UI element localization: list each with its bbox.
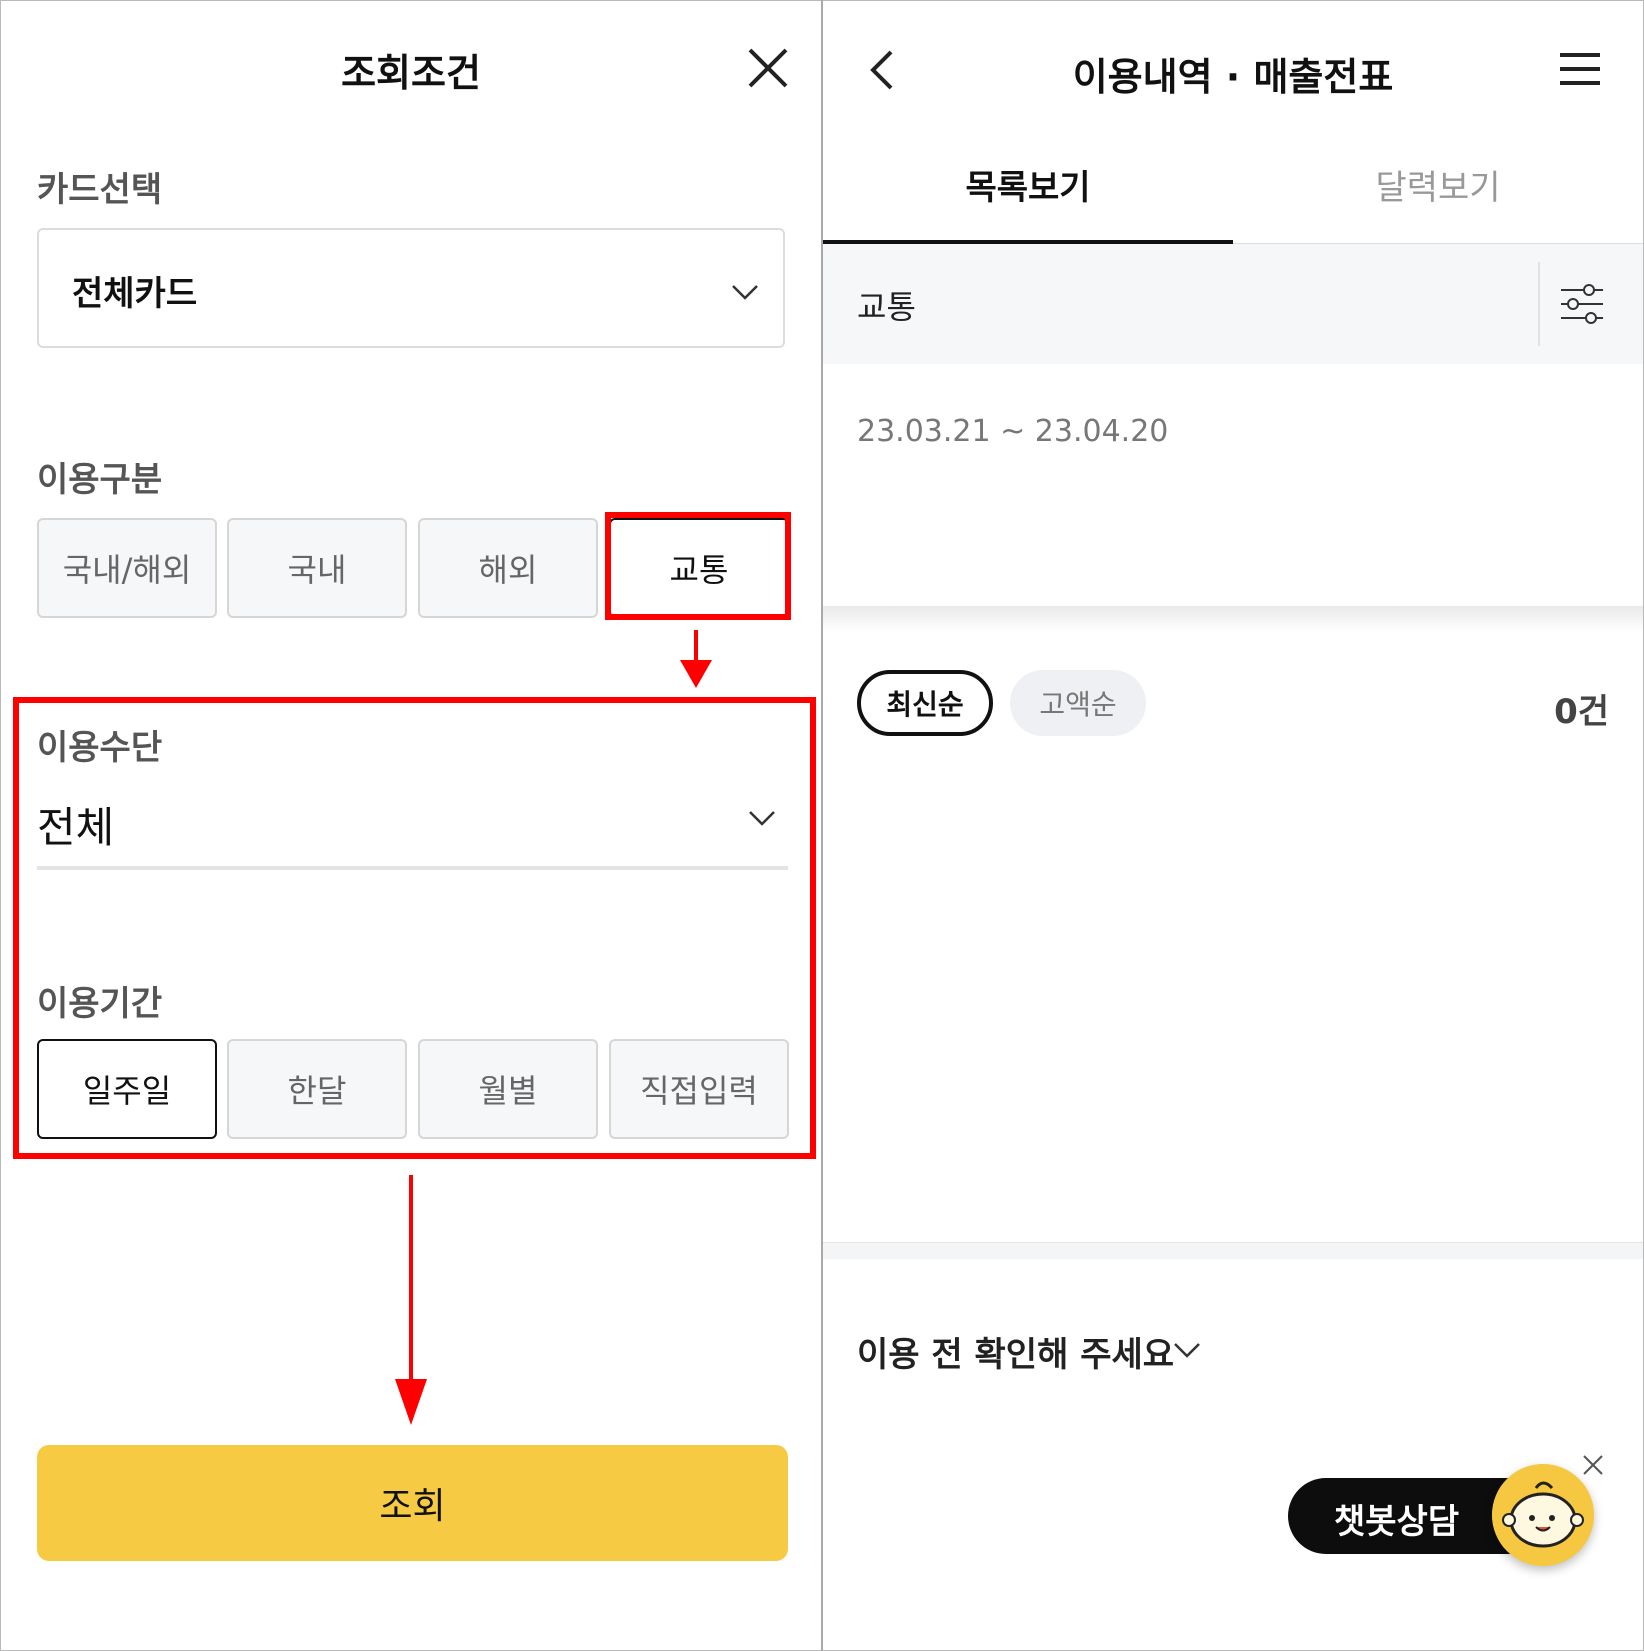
search-submit-button[interactable]: 조회 xyxy=(37,1445,788,1561)
filter-bar[interactable]: 교통 xyxy=(823,244,1643,364)
period-option-custom[interactable]: 직접입력 xyxy=(609,1039,789,1139)
tab-calendar-view[interactable]: 달력보기 xyxy=(1233,160,1643,209)
usage-method-value[interactable]: 전체 xyxy=(37,794,114,855)
filter-separator xyxy=(1538,262,1540,346)
card-select-dropdown[interactable]: 전체카드 xyxy=(37,228,785,348)
usage-type-option-domestic-overseas[interactable]: 국내/해외 xyxy=(37,518,217,618)
chevron-down-icon xyxy=(732,285,758,300)
sort-amount-button[interactable]: 고액순 xyxy=(1010,670,1146,736)
date-range: 23.03.21 ~ 23.04.20 xyxy=(857,414,1169,449)
filter-sliders-icon[interactable] xyxy=(1559,282,1605,326)
usage-type-label: 이용구분 xyxy=(37,460,163,500)
chevron-down-icon[interactable] xyxy=(1173,1342,1201,1358)
usage-type-option-domestic[interactable]: 국내 xyxy=(227,518,407,618)
usage-type-option-overseas[interactable]: 해외 xyxy=(418,518,598,618)
card-select-label: 카드선택 xyxy=(37,170,163,210)
card-select-value: 전체카드 xyxy=(72,274,198,314)
result-count: 0건 xyxy=(1554,692,1609,732)
sort-latest-button[interactable]: 최신순 xyxy=(857,670,993,736)
panel-title: 조회조건 xyxy=(341,51,481,95)
filter-summary: 교통 xyxy=(857,288,916,326)
red-arrow-down-long xyxy=(395,1175,427,1425)
section-separator xyxy=(823,1242,1643,1259)
hamburger-menu-icon[interactable] xyxy=(1560,52,1600,86)
chatbot-mascot-icon[interactable] xyxy=(1492,1464,1594,1566)
close-icon[interactable] xyxy=(746,46,790,90)
usage-history-panel: 이용내역 · 매출전표 목록보기 달력보기 교통 23.03.21 ~ 23.0… xyxy=(823,0,1643,1651)
tab-list-view[interactable]: 목록보기 xyxy=(823,160,1233,209)
usage-method-label: 이용수단 xyxy=(37,728,163,768)
chatbot-close-icon[interactable] xyxy=(1581,1453,1605,1477)
section-shadow xyxy=(823,606,1643,632)
usage-period-label: 이용기간 xyxy=(37,984,163,1024)
chevron-down-icon[interactable] xyxy=(748,810,776,826)
page-title: 이용내역 · 매출전표 xyxy=(1072,55,1394,99)
period-option-monthly[interactable]: 월별 xyxy=(418,1039,598,1139)
chatbot-label: 챗봇상담 xyxy=(1334,1502,1460,1542)
period-option-month[interactable]: 한달 xyxy=(227,1039,407,1139)
notice-toggle[interactable]: 이용 전 확인해 주세요 xyxy=(857,1327,1174,1376)
period-option-week[interactable]: 일주일 xyxy=(37,1039,217,1139)
highlight-box-transit xyxy=(605,512,791,620)
usage-method-underline xyxy=(37,866,788,870)
red-arrow-down-short xyxy=(680,630,712,688)
search-conditions-panel: 조회조건 카드선택 전체카드 이용구분 국내/해외 국내 해외 교통 이용수단 … xyxy=(1,0,821,1651)
